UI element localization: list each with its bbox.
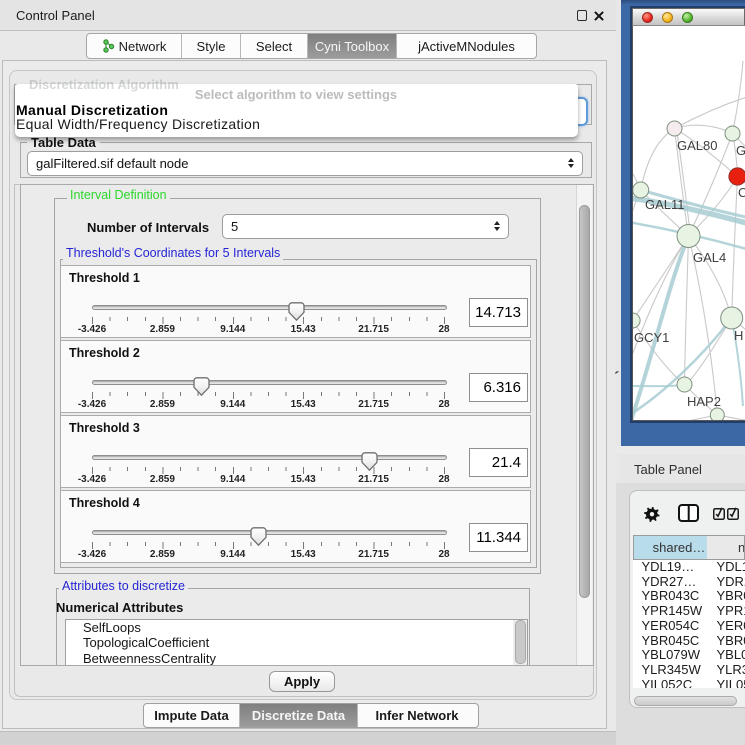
- svg-text:GAL11: GAL11: [645, 197, 685, 212]
- svg-text:GCY1: GCY1: [634, 330, 669, 345]
- svg-text:GAL4: GAL4: [693, 250, 726, 265]
- svg-text:C: C: [738, 185, 745, 200]
- svg-text:GAL80: GAL80: [677, 138, 717, 153]
- svg-text:HAP2: HAP2: [687, 394, 721, 409]
- svg-text:GA: GA: [736, 143, 745, 158]
- svg-text:H: H: [734, 328, 743, 343]
